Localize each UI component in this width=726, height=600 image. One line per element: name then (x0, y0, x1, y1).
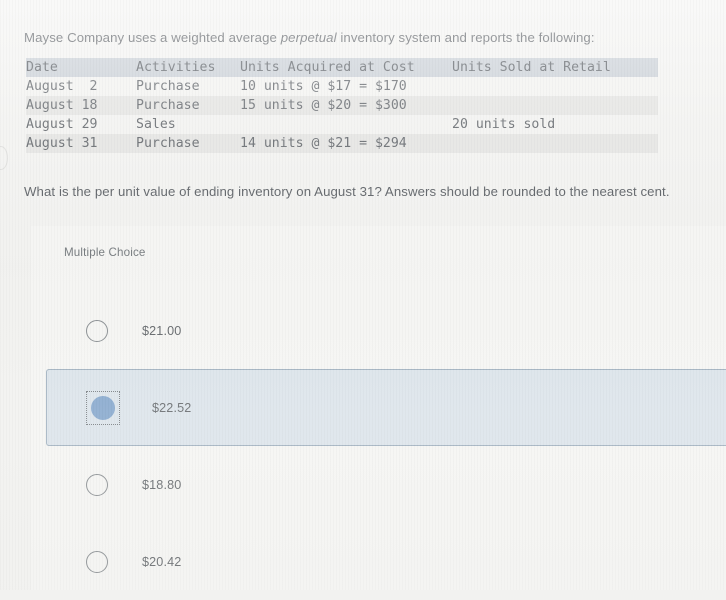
option-row-1[interactable]: $21.00 (31, 292, 726, 369)
intro-paragraph: Mayse Company uses a weighted average pe… (24, 29, 704, 47)
cell-sold (452, 134, 658, 153)
options-list: $21.00 $22.52 $18.80 $20.42 (31, 292, 726, 600)
cell-acquired: 14 units @ $21 = $294 (240, 136, 407, 151)
cell-acquired: 10 units @ $17 = $170 (240, 79, 407, 94)
intro-emphasis: perpetual (280, 30, 337, 46)
radio-focus-ring (86, 390, 120, 425)
cell-sold (452, 77, 658, 96)
column-header-sold: Units Sold at Retail (452, 60, 611, 75)
table-header-row: Date Activities Units Acquired at Cost U… (26, 58, 658, 77)
option-label-4: $20.42 (142, 554, 182, 569)
option-row-4[interactable]: $20.42 (31, 523, 726, 600)
radio-unselected-icon[interactable] (86, 550, 108, 573)
column-header-activities: Activities (136, 60, 216, 75)
column-header-date: Date (26, 60, 58, 75)
radio-unselected-icon[interactable] (86, 319, 108, 342)
cell-activity: Sales (136, 117, 176, 132)
cell-activity: Purchase (136, 79, 200, 94)
answer-card: Multiple Choice $21.00 $22.52 $18.80 $20… (31, 226, 726, 590)
cell-date: August 31 (26, 136, 98, 151)
table-row: August 29 Sales 20 units sold (26, 115, 658, 134)
page-edge-artifact (0, 146, 8, 170)
option-row-3[interactable]: $18.80 (31, 446, 726, 523)
option-row-2[interactable]: $22.52 (46, 369, 726, 446)
cell-acquired: 15 units @ $20 = $300 (240, 98, 407, 113)
inventory-table-header: Date Activities Units Acquired at Cost U… (26, 58, 658, 77)
cell-acquired (240, 115, 452, 134)
intro-text-after: inventory system and reports the followi… (336, 30, 595, 46)
intro-text-before: Mayse Company uses a weighted average (24, 30, 281, 46)
multiple-choice-label: Multiple Choice (64, 246, 146, 259)
table-row: August 18 Purchase 15 units @ $20 = $300 (26, 96, 658, 115)
cell-activity: Purchase (136, 98, 200, 113)
radio-unselected-icon[interactable] (86, 473, 108, 496)
cell-sold: 20 units sold (452, 117, 556, 132)
inventory-table: Date Activities Units Acquired at Cost U… (26, 58, 658, 153)
option-label-3: $18.80 (142, 477, 182, 492)
question-text: What is the per unit value of ending inv… (24, 184, 670, 200)
cell-date: August 2 (26, 79, 98, 94)
cell-date: August 18 (26, 98, 98, 113)
option-label-1: $21.00 (142, 323, 182, 338)
table-row: August 2 Purchase 10 units @ $17 = $170 (26, 77, 658, 96)
cell-date: August 29 (26, 117, 98, 132)
column-header-acquired: Units Acquired at Cost (240, 60, 415, 75)
radio-selected-icon[interactable] (91, 395, 115, 420)
table-row: August 31 Purchase 14 units @ $21 = $294 (26, 134, 658, 153)
inventory-table-body: August 2 Purchase 10 units @ $17 = $170 … (26, 77, 658, 153)
cell-sold (452, 96, 658, 115)
option-label-2: $22.52 (152, 400, 192, 415)
cell-activity: Purchase (136, 136, 200, 151)
